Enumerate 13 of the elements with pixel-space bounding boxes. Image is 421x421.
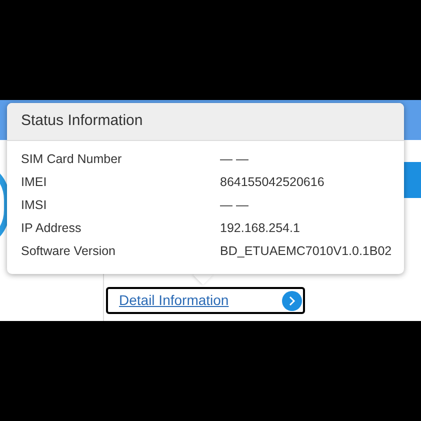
field-value: 192.168.254.1	[220, 220, 300, 238]
field-label: Software Version	[21, 243, 116, 260]
field-label: IP Address	[21, 220, 82, 238]
chevron-icon	[282, 291, 302, 311]
popup-title: Status Information	[21, 111, 143, 132]
field-value: — —	[220, 151, 248, 168]
field-label: IMEI	[21, 174, 48, 192]
detail-information-link[interactable]: Detail Information	[106, 287, 305, 314]
field-label: IMSI	[21, 197, 48, 214]
field-value: — —	[220, 197, 248, 214]
field-label: SIM Card Number	[21, 151, 123, 168]
field-value: BD_ETUAEMC7010V1.0.1B02	[220, 243, 392, 260]
field-value: 864155042520616	[220, 174, 324, 192]
